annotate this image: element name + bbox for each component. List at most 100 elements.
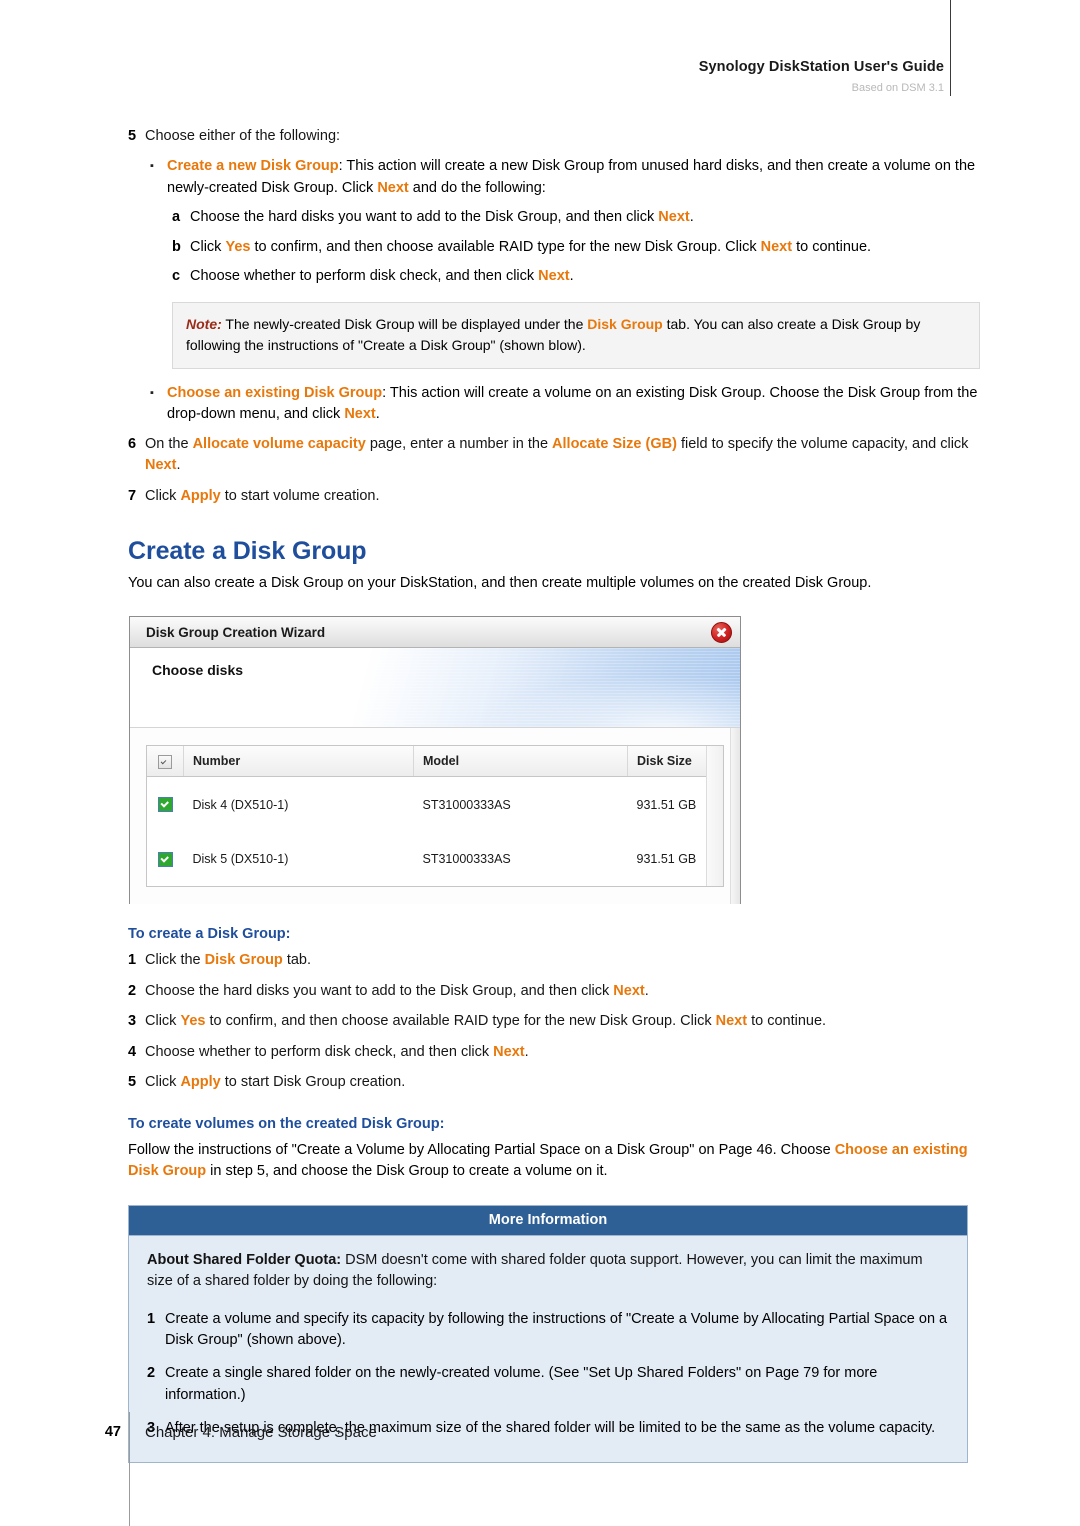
substep-b-text-b: to confirm, and then choose available RA…	[250, 238, 761, 255]
highlight-choose-existing-disk-group: Choose an existing Disk Group	[167, 384, 383, 401]
cv-text-a: Follow the instructions of "Create a Vol…	[128, 1141, 835, 1158]
highlight-yes: Yes	[225, 238, 251, 255]
cg-s3-text-a: Click	[145, 1013, 181, 1030]
cv-text-b: in step 5, and choose the Disk Group to …	[206, 1163, 608, 1180]
row-checkbox-cell[interactable]	[147, 777, 184, 832]
table-row[interactable]: Disk 4 (DX510-1) ST31000333AS 931.51 GB	[147, 777, 706, 832]
highlight-disk-group: Disk Group	[587, 315, 663, 332]
table-scrollbar[interactable]	[706, 746, 723, 887]
substep-a: a Choose the hard disks you want to add …	[0, 207, 1080, 228]
note-text-a: The newly-created Disk Group will be dis…	[221, 315, 588, 332]
bullet-create-new-disk-group-text: Create a new Disk Group: This action wil…	[167, 156, 980, 199]
substep-a-text-b: .	[689, 209, 694, 226]
substep-b-text-a: Click	[190, 238, 226, 255]
footer-chapter-title: Chapter 4: Manage Storage Space	[145, 1424, 377, 1441]
column-header-model[interactable]: Model	[413, 746, 628, 778]
cg-s3-text-c: to continue.	[747, 1013, 827, 1030]
cell-disk-size: 931.51 GB	[636, 852, 697, 867]
wizard-screenshot-figure: Disk Group Creation Wizard Choose disks	[0, 616, 1080, 905]
create-volumes-paragraph: Follow the instructions of "Create a Vol…	[0, 1140, 1080, 1183]
page-header: Synology DiskStation User's Guide Based …	[0, 58, 944, 95]
highlight-apply: Apply	[180, 1074, 221, 1091]
highlight-next: Next	[538, 268, 570, 285]
bullet-create-new-disk-group: ▪ Create a new Disk Group: This action w…	[0, 156, 1080, 199]
close-icon[interactable]	[711, 621, 732, 643]
note-callout: Note: The newly-created Disk Group will …	[172, 301, 980, 369]
highlight-next: Next	[658, 209, 690, 226]
create-group-step-5-number: 5	[128, 1074, 137, 1091]
step-6-text-c: field to specify the volume capacity, an…	[676, 435, 969, 452]
cell-number: Disk 5 (DX510-1)	[192, 852, 289, 867]
step-7-text-a: Click	[145, 487, 181, 504]
create-group-step-4-number: 4	[128, 1043, 137, 1060]
disk-group-creation-wizard-dialog: Disk Group Creation Wizard Choose disks	[129, 616, 741, 905]
substep-b-text-c: to continue.	[792, 238, 872, 255]
highlight-yes: Yes	[180, 1013, 206, 1030]
more-info-step-2: 2 Create a single shared folder on the n…	[147, 1363, 949, 1406]
bullet-choose-existing-disk-group-text: Choose an existing Disk Group: This acti…	[167, 383, 980, 426]
highlight-next: Next	[344, 406, 376, 423]
section-intro: You can also create a Disk Group on your…	[128, 574, 872, 591]
highlight-allocate-size: Allocate Size (GB)	[552, 435, 677, 452]
page-title: Create a Disk Group	[128, 536, 367, 565]
dialog-right-gutter	[730, 728, 740, 905]
highlight-next: Next	[760, 238, 793, 255]
highlight-next: Next	[493, 1043, 525, 1060]
bullet1-text-b: and do the following:	[408, 179, 546, 196]
highlight-allocate-volume-capacity: Allocate volume capacity	[192, 435, 366, 452]
step-6-number: 6	[128, 435, 137, 452]
bullet-marker-icon: ▪	[150, 386, 154, 399]
more-info-step-1-number: 1	[147, 1310, 156, 1327]
step-6-text-d: .	[176, 457, 181, 474]
disk-table: Number Model Disk Size Disk 4 (DX510-1) …	[147, 746, 706, 886]
column-header-number[interactable]: Number	[183, 746, 414, 778]
cg-s2-text-b: .	[644, 982, 649, 999]
substep-c: c Choose whether to perform disk check, …	[0, 266, 1080, 287]
step-5-text: Choose either of the following:	[145, 128, 341, 144]
create-group-step-3-number: 3	[128, 1013, 137, 1030]
cg-s5-text-a: Click	[145, 1074, 181, 1091]
checkbox-checked-icon[interactable]	[157, 797, 173, 813]
substep-c-letter: c	[172, 268, 181, 285]
cell-number: Disk 4 (DX510-1)	[192, 797, 289, 812]
cg-s3-text-b: to confirm, and then choose available RA…	[205, 1013, 716, 1030]
bullet-choose-existing-disk-group: ▪ Choose an existing Disk Group: This ac…	[0, 383, 1080, 426]
cell-model: ST31000333AS	[422, 797, 511, 812]
wizard-banner: Choose disks	[130, 648, 740, 729]
bullet2-text-b: .	[375, 406, 380, 423]
highlight-next: Next	[715, 1013, 748, 1030]
footer-divider	[129, 1412, 130, 1526]
subheading-to-create-volumes: To create volumes on the created Disk Gr…	[128, 1115, 445, 1132]
step-6-text-a: On the	[145, 435, 193, 452]
cg-s4-text-b: .	[524, 1043, 529, 1060]
step-5-number: 5	[128, 128, 137, 144]
document-page: Synology DiskStation User's Guide Based …	[0, 0, 1080, 1526]
page-footer: 47 Chapter 4: Manage Storage Space	[0, 1412, 1080, 1526]
substep-c-text: Choose whether to perform disk check, an…	[190, 266, 980, 287]
header-subtitle: Based on DSM 3.1	[851, 81, 944, 94]
select-all-checkbox-icon[interactable]	[158, 754, 172, 769]
banner-stripes-decoration	[130, 648, 740, 728]
column-header-checkbox[interactable]	[147, 746, 184, 778]
highlight-create-new-disk-group: Create a new Disk Group	[167, 158, 339, 175]
substep-c-text-b: .	[569, 268, 574, 285]
more-information-header: More Information	[129, 1205, 967, 1236]
note-label: Note:	[186, 315, 222, 332]
step-7-text-b: to start volume creation.	[220, 487, 380, 504]
wizard-title: Disk Group Creation Wizard	[146, 624, 326, 640]
more-info-step-2-text: Create a single shared folder on the new…	[165, 1365, 878, 1403]
create-group-step-2-number: 2	[128, 982, 137, 999]
cg-s1-text-a: Click the	[145, 952, 205, 969]
more-information-lead: About Shared Folder Quota: DSM doesn't c…	[147, 1250, 949, 1293]
row-checkbox-cell[interactable]	[147, 832, 184, 886]
substep-b-text: Click Yes to confirm, and then choose av…	[190, 237, 980, 258]
more-information-lead-label: About Shared Folder Quota:	[147, 1251, 342, 1268]
table-row[interactable]: Disk 5 (DX510-1) ST31000333AS 931.51 GB	[147, 832, 706, 886]
checkbox-checked-icon[interactable]	[157, 851, 173, 867]
highlight-disk-group: Disk Group	[204, 952, 283, 969]
highlight-next: Next	[613, 982, 645, 999]
bullet-marker-icon: ▪	[150, 160, 154, 173]
column-header-disk-size[interactable]: Disk Size	[627, 746, 706, 778]
cell-disk-size: 931.51 GB	[636, 797, 697, 812]
create-group-step-4: 4 Choose whether to perform disk check, …	[0, 1042, 1080, 1063]
